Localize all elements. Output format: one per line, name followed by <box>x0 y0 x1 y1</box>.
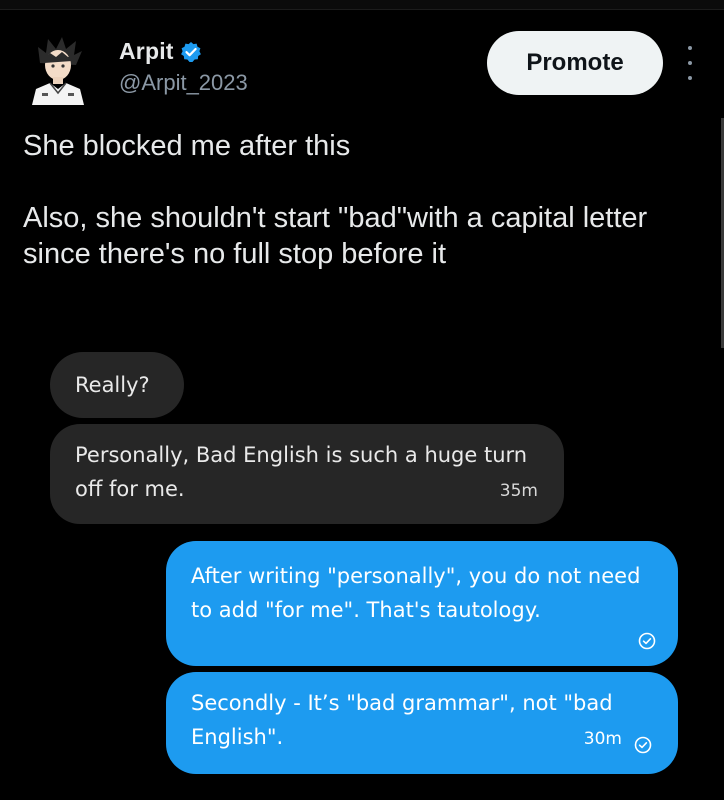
chat-message-outgoing: After writing "personally", you do not n… <box>166 541 678 666</box>
author-name[interactable]: Arpit <box>119 38 174 65</box>
post-text: She blocked me after this Also, she shou… <box>23 128 713 272</box>
message-time: 35m <box>499 481 538 501</box>
seen-check-icon <box>638 632 656 650</box>
more-options-icon[interactable] <box>683 46 697 80</box>
author-name-row: Arpit <box>119 38 202 65</box>
message-text: Really? <box>75 373 150 397</box>
chat-message-incoming: Really? <box>50 352 184 418</box>
avatar-icon[interactable] <box>26 33 90 105</box>
chat-message-outgoing: Secondly - It’s "bad grammar", not "bad … <box>166 672 678 774</box>
top-divider <box>0 0 724 10</box>
verified-badge-icon <box>180 41 201 62</box>
author-handle[interactable]: @Arpit_2023 <box>119 70 248 96</box>
message-text: Secondly - It’s "bad grammar", not "bad … <box>191 691 613 749</box>
post-text-line1: She blocked me after this <box>23 130 351 162</box>
chat-message-incoming: Personally, Bad English is such a huge t… <box>50 424 564 524</box>
message-text: Personally, Bad English is such a huge t… <box>75 443 528 501</box>
message-text: After writing "personally", you do not n… <box>191 564 641 622</box>
post-text-line2: Also, she shouldn't start "bad"with a ca… <box>23 202 648 270</box>
promote-button[interactable]: Promote <box>487 31 663 95</box>
message-time: 30m <box>583 729 622 749</box>
seen-check-icon <box>634 736 652 754</box>
